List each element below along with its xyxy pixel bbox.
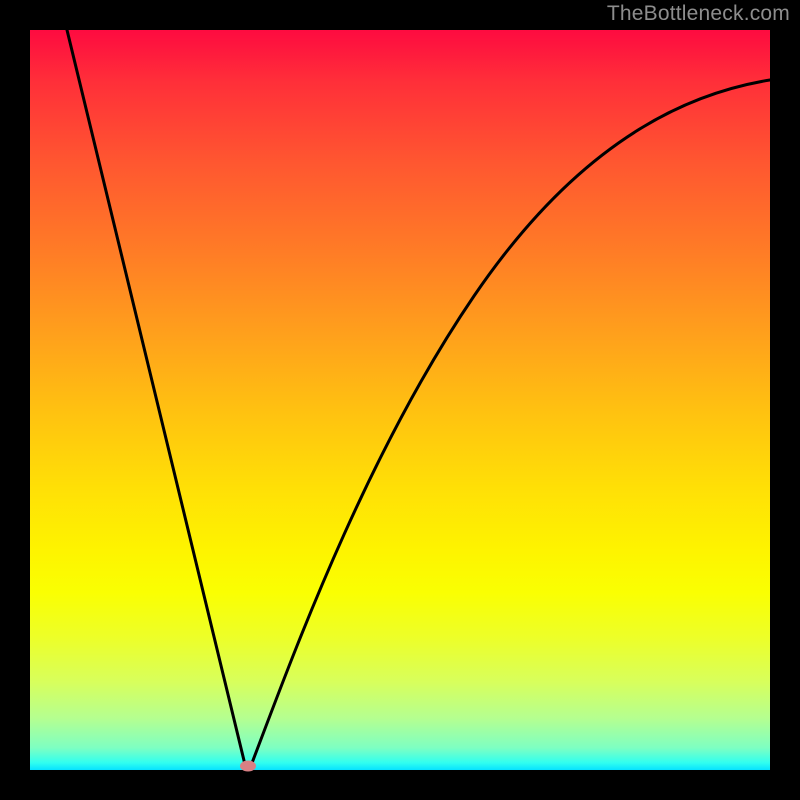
minimum-marker bbox=[240, 761, 256, 772]
plot-area bbox=[30, 30, 770, 770]
curve-path bbox=[67, 30, 770, 767]
watermark-text: TheBottleneck.com bbox=[607, 2, 790, 26]
chart-frame: TheBottleneck.com bbox=[0, 0, 800, 800]
bottleneck-curve bbox=[30, 30, 770, 770]
